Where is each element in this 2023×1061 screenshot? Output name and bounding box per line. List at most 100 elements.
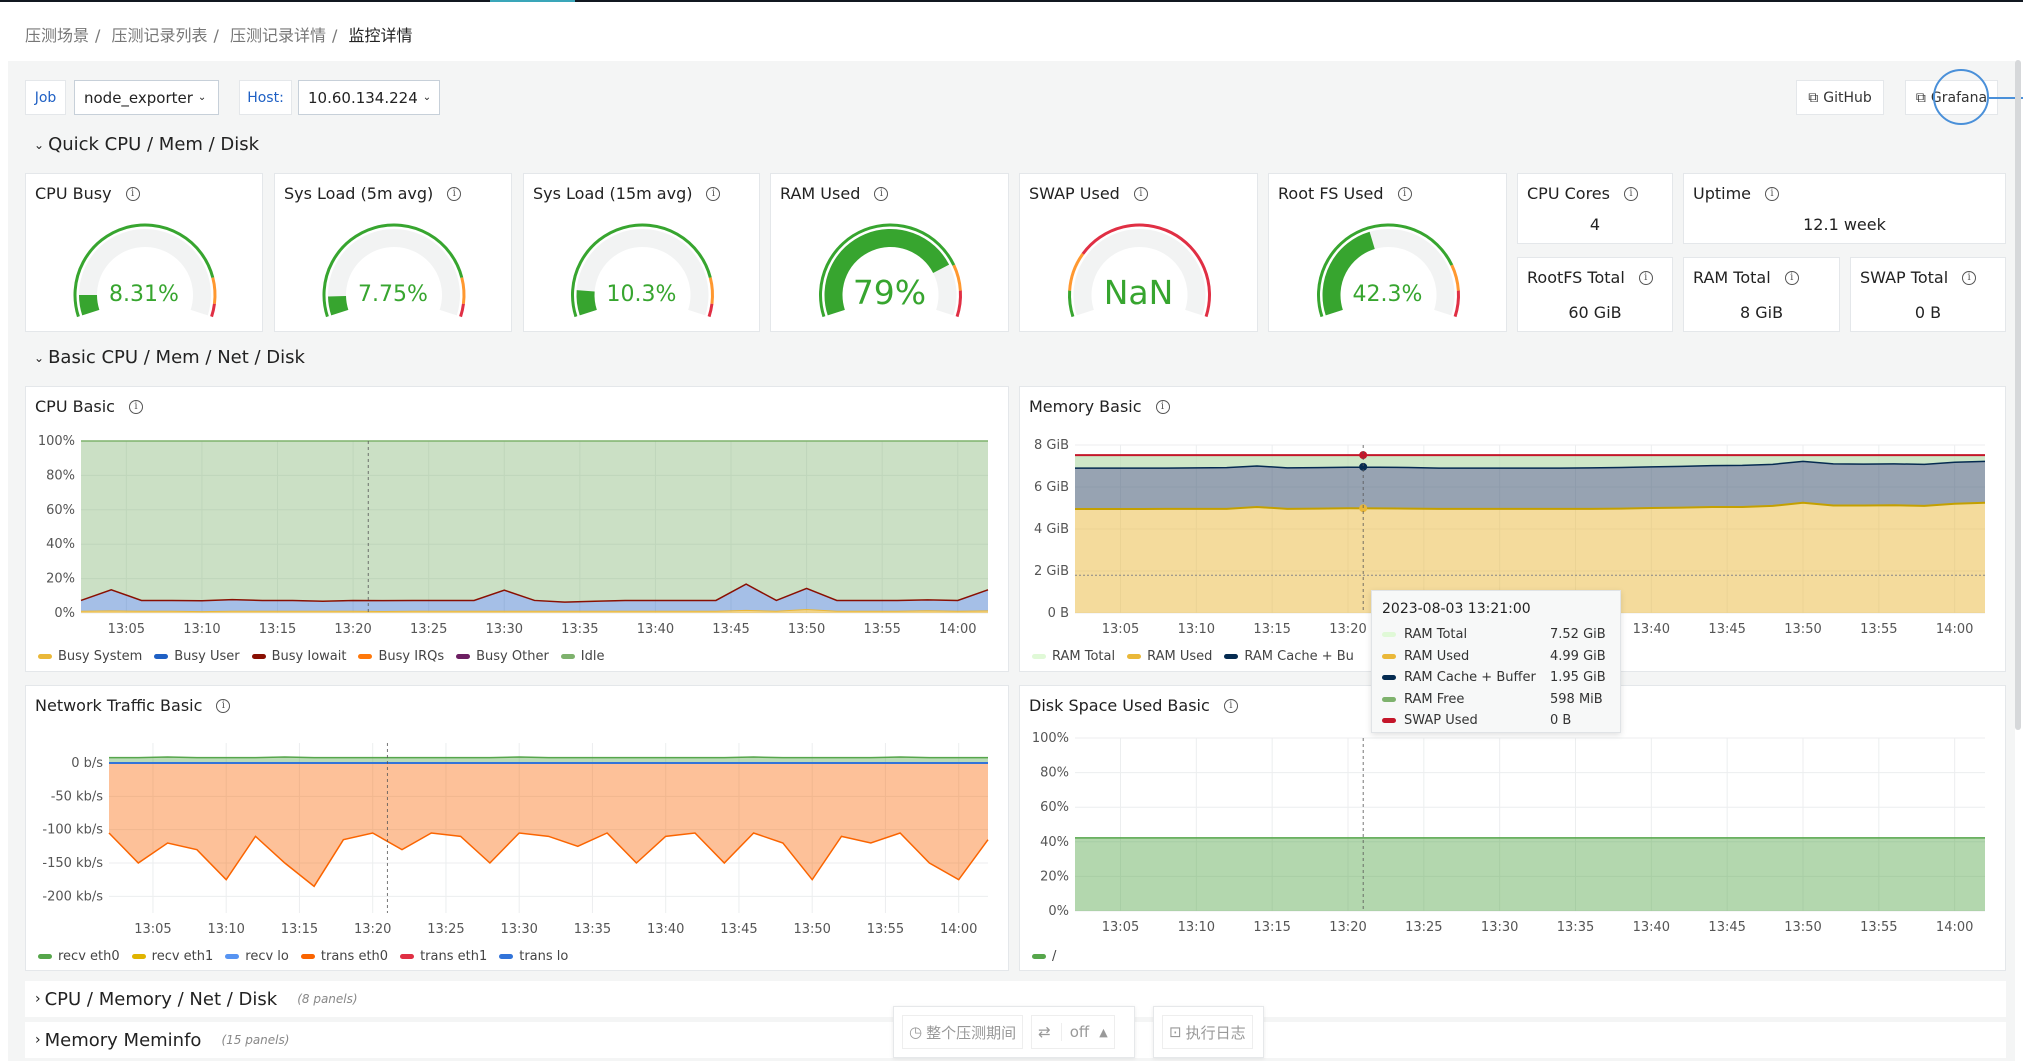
legend-item[interactable]: Idle: [560, 649, 605, 664]
legend-item[interactable]: RAM Used: [1127, 649, 1212, 664]
x-tick-label: 13:50: [1784, 920, 1821, 935]
x-tick-label: 13:55: [1860, 622, 1897, 637]
tooltip-series-name: RAM Free: [1404, 691, 1465, 707]
x-tick-label: 13:20: [1329, 622, 1366, 637]
stat-panel: RAM Total i 8 GiB: [1683, 257, 1840, 332]
github-link[interactable]: ⧉ GitHub: [1796, 80, 1884, 115]
legend-item[interactable]: recv eth0: [38, 949, 120, 964]
chevron-down-icon: ⌄: [34, 350, 45, 365]
y-tick-label: -150 kb/s: [42, 856, 103, 871]
gauge-svg: [73, 223, 217, 318]
x-tick-label: 13:45: [1708, 622, 1745, 637]
x-tick-label: 13:55: [863, 622, 900, 637]
tooltip-swatch: [1382, 718, 1396, 724]
section-quick[interactable]: ⌄ Quick CPU / Mem / Disk: [34, 134, 259, 155]
y-tick-label: 0 b/s: [71, 756, 103, 771]
scrollbar[interactable]: [2015, 60, 2021, 730]
x-tick-label: 13:30: [1481, 920, 1518, 935]
y-tick-label: 4 GiB: [1034, 522, 1069, 537]
legend-label: recv eth1: [151, 949, 214, 964]
legend-item[interactable]: trans eth1: [400, 949, 487, 964]
legend-label: Busy System: [58, 649, 143, 664]
x-tick-label: 14:00: [1936, 920, 1973, 935]
info-icon[interactable]: i: [1638, 270, 1653, 285]
tooltip-row: RAM Used 4.99 GiB: [1382, 646, 1610, 668]
legend-item[interactable]: trans lo: [499, 949, 568, 964]
execution-log-label: 执行日志: [1185, 1023, 1246, 1042]
legend-label: trans eth0: [320, 949, 389, 964]
y-tick-label: -100 kb/s: [42, 823, 103, 838]
breadcrumb-scene[interactable]: 压测场景: [25, 26, 89, 45]
info-icon[interactable]: i: [1765, 186, 1780, 201]
y-tick-label: 8 GiB: [1034, 438, 1069, 453]
tooltip-swatch: [1382, 675, 1396, 681]
time-range-button[interactable]: ◷ 整个压测期间: [902, 1015, 1024, 1049]
x-tick-label: 13:45: [712, 622, 749, 637]
x-tick-label: 13:10: [207, 922, 244, 937]
legend-item[interactable]: RAM Total: [1032, 649, 1115, 664]
legend-item[interactable]: Busy Iowait: [251, 649, 346, 664]
panel-title: Uptime i: [1693, 184, 1780, 203]
job-select[interactable]: node_exporter ⌄: [74, 80, 219, 115]
breadcrumb-record-detail[interactable]: 压测记录详情: [230, 26, 326, 45]
refresh-icon: ⇄: [1038, 1023, 1051, 1041]
panel-title-text: Uptime: [1693, 184, 1752, 203]
x-tick-label: 13:15: [281, 922, 318, 937]
external-link-icon: ⧉: [1915, 89, 1926, 106]
info-icon[interactable]: i: [1623, 186, 1638, 201]
gauge-panel: Root FS Used i 42.3%: [1268, 173, 1507, 332]
tooltip-row: RAM Free 598 MiB: [1382, 689, 1610, 711]
legend-item[interactable]: /: [1032, 949, 1056, 964]
legend-item[interactable]: trans eth0: [300, 949, 389, 964]
refresh-interval[interactable]: off: [1060, 1023, 1089, 1041]
panel-title-text: SWAP Total: [1860, 268, 1949, 287]
y-tick-label: -50 kb/s: [51, 789, 104, 804]
x-tick-label: 13:20: [354, 922, 391, 937]
x-tick-label: 13:25: [410, 622, 447, 637]
legend-label: recv lo: [245, 949, 289, 964]
x-tick-label: 13:40: [647, 922, 684, 937]
legend-swatch: [400, 954, 415, 959]
host-select[interactable]: 10.60.134.224 ⌄: [298, 80, 440, 115]
tooltip-row: RAM Cache + Buffer 1.95 GiB: [1382, 667, 1610, 689]
panel-title-text: RAM Total: [1693, 268, 1771, 287]
x-tick-label: 13:10: [183, 622, 220, 637]
legend-label: Busy User: [174, 649, 240, 664]
x-tick-label: 13:30: [500, 922, 537, 937]
refresh-button[interactable]: ⇄ off ▲: [1031, 1015, 1115, 1049]
legend-item[interactable]: recv eth1: [131, 949, 214, 964]
legend-item[interactable]: recv lo: [225, 949, 289, 964]
info-icon[interactable]: i: [1784, 270, 1799, 285]
y-tick-label: 20%: [46, 572, 75, 587]
tooltip-series-name: SWAP Used: [1404, 713, 1478, 729]
execution-log-button[interactable]: ⊡ 执行日志: [1162, 1015, 1253, 1049]
legend-item[interactable]: Busy IRQs: [358, 649, 444, 664]
tooltip-series-name: RAM Used: [1404, 648, 1470, 664]
gauge-panel: Sys Load (5m avg) i 7.75%: [274, 173, 512, 332]
tooltip-series-name: RAM Cache + Buffer: [1404, 670, 1536, 686]
gauge-value: 7.75%: [358, 282, 428, 307]
breadcrumb-records[interactable]: 压测记录列表: [112, 26, 208, 45]
gauge-panel: SWAP Used i NaN: [1019, 173, 1258, 332]
legend-item[interactable]: Busy User: [154, 649, 240, 664]
legend-swatch: [251, 654, 266, 659]
x-tick-label: 13:05: [1102, 622, 1139, 637]
x-tick-label: 14:00: [940, 922, 977, 937]
x-tick-label: 13:40: [1633, 920, 1670, 935]
gauge-svg: [571, 223, 714, 318]
legend-label: trans lo: [519, 949, 569, 964]
tooltip-row: RAM Total 7.52 GiB: [1382, 624, 1610, 646]
chevron-right-icon: ›: [35, 991, 41, 1007]
legend-item[interactable]: Busy Other: [456, 649, 549, 664]
gauge-value: 8.31%: [109, 282, 179, 307]
section-basic[interactable]: ⌄ Basic CPU / Mem / Net / Disk: [34, 347, 305, 368]
info-icon[interactable]: i: [1962, 270, 1977, 285]
y-tick-label: -200 kb/s: [42, 889, 103, 904]
time-controls: ◷ 整个压测期间 ⇄ off ▲: [893, 1006, 1135, 1058]
recv-eth0-line: [109, 756, 988, 759]
legend-item[interactable]: RAM Cache + Bu: [1224, 649, 1354, 664]
legend-item[interactable]: Busy System: [38, 649, 142, 664]
stat-panel: RootFS Total i 60 GiB: [1517, 257, 1673, 332]
row-title: Memory Meminfo: [44, 1029, 202, 1051]
gauge-value: 42.3%: [1352, 282, 1423, 307]
